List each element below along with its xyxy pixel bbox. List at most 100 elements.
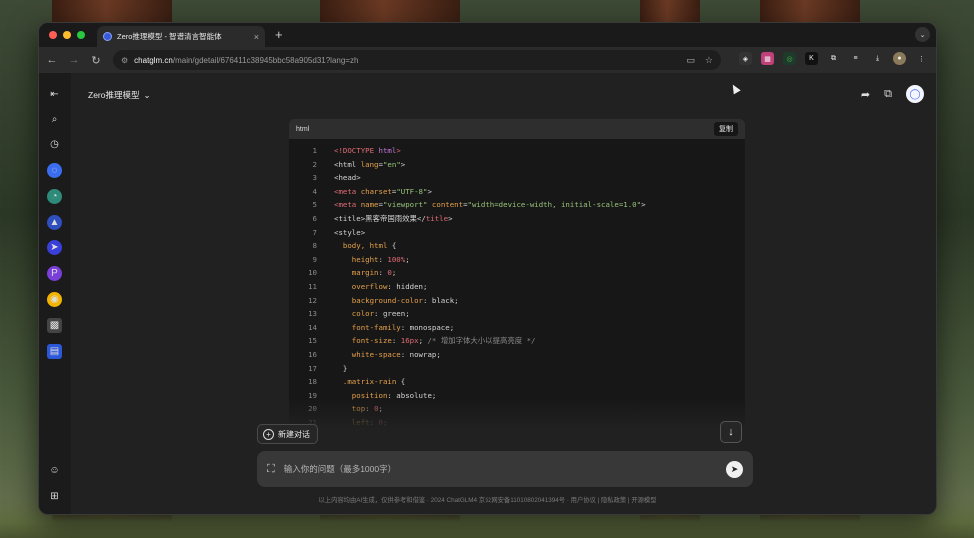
code-token: <head> bbox=[334, 173, 361, 183]
agent-app-icon[interactable]: ▲ bbox=[47, 215, 62, 230]
code-line: 6 <title>黑客帝国雨效果</title> bbox=[289, 212, 745, 226]
line-number: 17 bbox=[308, 363, 317, 373]
scroll-to-bottom-button[interactable]: ↓ bbox=[720, 421, 742, 443]
code-token: <html bbox=[334, 159, 361, 169]
browser-tab-active[interactable]: Zero推理模型 - 智谱清言智能体 × bbox=[97, 26, 265, 47]
code-text: font-size: 16px; /* 增加字体大小以提高亮度 */ bbox=[317, 334, 536, 348]
history-icon[interactable]: ◷ bbox=[47, 137, 62, 152]
send-icon[interactable]: ➤ bbox=[726, 460, 743, 478]
back-icon[interactable]: ← bbox=[45, 54, 59, 66]
zoom-window-button[interactable] bbox=[77, 31, 85, 39]
code-line: 17 } bbox=[289, 362, 745, 376]
extensions-bar: ◈ ▦ ◎ K ⧉ ≡ ⤓ ● ⋮ bbox=[739, 52, 928, 65]
code-token: font-family bbox=[334, 322, 401, 332]
code-line: 4 <meta charset="UTF-8"> bbox=[289, 185, 745, 199]
search-icon[interactable]: ⌕ bbox=[47, 112, 62, 127]
green-extension-icon[interactable]: ◎ bbox=[783, 52, 796, 65]
code-fade-overlay bbox=[289, 399, 745, 433]
shield-extension-icon[interactable]: ◈ bbox=[739, 52, 752, 65]
code-text: background-color: black; bbox=[317, 294, 459, 308]
agent-app-icon[interactable]: ◌ bbox=[47, 163, 62, 178]
collapse-sidebar-icon[interactable]: ⇤ bbox=[47, 87, 62, 102]
code-token: html bbox=[378, 146, 397, 155]
k-extension-icon[interactable]: K bbox=[805, 52, 818, 65]
agent-app-icon[interactable]: ◔ bbox=[47, 189, 62, 204]
browser-menu-icon[interactable]: ⋮ bbox=[915, 52, 928, 65]
new-tab-button[interactable]: + bbox=[275, 27, 283, 42]
code-token: content bbox=[431, 200, 464, 210]
user-avatar-icon[interactable]: ◯ bbox=[906, 85, 924, 103]
site-favicon-icon bbox=[103, 32, 112, 41]
split-view-icon[interactable]: ⧉ bbox=[884, 88, 892, 101]
code-token: body, html bbox=[334, 241, 392, 251]
site-info-icon[interactable]: ⚙ bbox=[121, 56, 128, 65]
new-chat-button[interactable]: + 新建对话 bbox=[257, 424, 318, 444]
tab-search-icon[interactable]: ⌄ bbox=[915, 27, 930, 42]
code-text: overflow: hidden; bbox=[317, 280, 428, 294]
cast-icon[interactable]: ▭ bbox=[686, 55, 695, 66]
profile-avatar-icon[interactable]: ● bbox=[893, 52, 906, 65]
agent-app-icon[interactable]: ▩ bbox=[47, 318, 62, 333]
code-token: charset bbox=[360, 186, 392, 196]
code-text: <meta name="viewport" content="width=dev… bbox=[317, 198, 646, 212]
code-text: color: green; bbox=[317, 307, 410, 321]
reading-list-icon[interactable]: ≡ bbox=[849, 52, 862, 65]
code-token: <!DOCTYPE bbox=[334, 146, 379, 155]
feedback-icon[interactable]: ☺ bbox=[47, 463, 62, 478]
code-token: ; bbox=[391, 268, 397, 278]
close-window-button[interactable] bbox=[49, 31, 57, 39]
puzzle-extensions-icon[interactable]: ⧉ bbox=[827, 52, 840, 65]
code-token: > bbox=[396, 146, 401, 155]
agent-app-icon[interactable]: ▤ bbox=[47, 344, 62, 359]
line-number: 1 bbox=[312, 146, 317, 155]
footer-disclaimer: 以上内容均由AI生成，仅供参考和借鉴 · 2024 ChatGLM4 京公网安备… bbox=[318, 497, 657, 504]
code-text: <style> bbox=[317, 226, 365, 240]
download-icon[interactable]: ⤓ bbox=[871, 52, 884, 65]
code-token: "UTF-8" bbox=[396, 186, 428, 196]
code-text: <!DOCTYPE html> bbox=[317, 144, 401, 158]
code-block: html 复制 1 <!DOCTYPE html> 2 <html lang="en"… bbox=[289, 119, 745, 433]
code-line: 8 body, html { bbox=[289, 239, 745, 253]
agent-app-icon[interactable]: ◉ bbox=[47, 292, 62, 307]
window-controls bbox=[49, 31, 85, 39]
code-text: <head> bbox=[317, 171, 361, 185]
code-token: } bbox=[334, 363, 348, 373]
code-line: 9 height: 100%; bbox=[289, 253, 745, 267]
chevron-down-icon: ⌄ bbox=[143, 89, 151, 100]
bookmark-star-icon[interactable]: ☆ bbox=[705, 55, 713, 66]
copy-code-button[interactable]: 复制 bbox=[714, 122, 738, 136]
forward-icon[interactable]: → bbox=[67, 54, 81, 66]
line-number: 13 bbox=[308, 309, 317, 319]
code-content: 1 <!DOCTYPE html> 2 <html lang="en"> 3 <head>… bbox=[289, 139, 745, 429]
code-line: 5 <meta name="viewport" content="width=de… bbox=[289, 198, 745, 212]
address-bar[interactable]: ⚙ chatglm.cn/main/gdetail/676411c38945bb… bbox=[113, 50, 721, 70]
code-token: <title> bbox=[334, 213, 366, 223]
line-number: 7 bbox=[312, 227, 317, 237]
code-token: "en" bbox=[382, 159, 401, 169]
line-number: 6 bbox=[312, 213, 317, 223]
agent-app-icon[interactable]: ➤ bbox=[47, 240, 62, 255]
code-token: 16px bbox=[400, 336, 419, 346]
code-line: 11 overflow: hidden; bbox=[289, 280, 745, 294]
share-icon[interactable]: ➦ bbox=[861, 88, 870, 101]
code-text: body, html { bbox=[317, 239, 396, 253]
chat-input-placeholder[interactable]: 输入你的问题（最多1000字） bbox=[284, 463, 717, 475]
code-token: margin bbox=[334, 268, 379, 278]
chat-input-box[interactable]: ⛶ 输入你的问题（最多1000字） ➤ bbox=[257, 451, 753, 487]
line-number: 16 bbox=[308, 349, 317, 359]
agent-app-icon[interactable]: P bbox=[47, 266, 62, 281]
tab-strip: Zero推理模型 - 智谱清言智能体 × + ⌄ bbox=[39, 23, 936, 47]
code-text: } bbox=[317, 362, 347, 376]
code-line: 10 margin: 0; bbox=[289, 266, 745, 280]
line-number: 3 bbox=[312, 173, 317, 183]
minimize-window-button[interactable] bbox=[63, 31, 71, 39]
tab-close-icon[interactable]: × bbox=[254, 32, 259, 42]
image-upload-icon[interactable]: ⛶ bbox=[267, 463, 275, 476]
code-token: .matrix-rain bbox=[334, 377, 401, 387]
reload-icon[interactable]: ↻ bbox=[89, 54, 103, 67]
code-token: : nowrap; bbox=[400, 349, 441, 359]
code-line: 18 .matrix-rain { bbox=[289, 375, 745, 389]
model-selector[interactable]: Zero推理模型 ⌄ bbox=[88, 89, 151, 101]
code-token: > bbox=[400, 159, 406, 169]
pink-extension-icon[interactable]: ▦ bbox=[761, 52, 774, 65]
